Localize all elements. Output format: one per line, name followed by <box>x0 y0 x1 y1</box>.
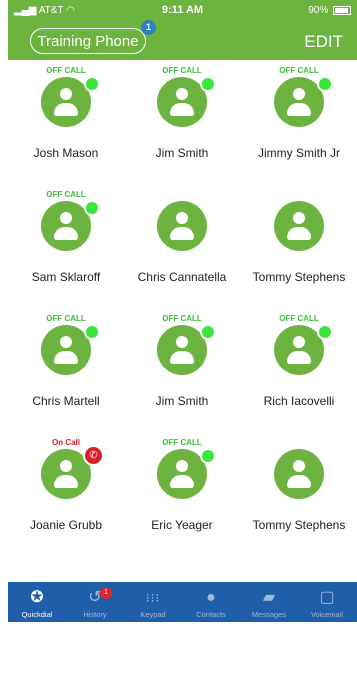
contact-tile[interactable]: OFF CALL Jimmy Smith Jr <box>241 32 357 160</box>
battery-percent: 90% <box>308 5 329 16</box>
keypad-icon: ⁝⁝⁝ <box>145 591 161 605</box>
available-dot <box>200 448 216 464</box>
app-frame: ▂▄▆ AT&T ◠ 9:11 AM 90% Training Phone 1 … <box>8 0 357 685</box>
tab-label: Contacts <box>196 610 226 619</box>
voicemail-icon: ▢ <box>319 589 335 606</box>
call-status: OFF CALL <box>46 190 86 199</box>
battery-icon <box>333 5 351 15</box>
chat-icon: ▰ <box>262 589 276 606</box>
available-dot <box>200 76 216 92</box>
available-dot <box>317 324 333 340</box>
contact-tile[interactable]: Tommy Stephens <box>241 404 357 532</box>
tab-quickdial[interactable]: ✪ Quickdial <box>8 582 66 622</box>
avatar-icon <box>274 449 324 499</box>
call-status: On Call <box>51 438 80 447</box>
contact-name: Eric Yeager <box>151 518 213 532</box>
tab-voicemail[interactable]: ▢ Voicemail <box>298 582 356 622</box>
history-icon: ↺ <box>88 589 102 606</box>
tab-messages[interactable]: ▰ Messages <box>240 582 298 622</box>
contact-tile[interactable]: On Call ✆ Joanie Grubb <box>8 404 124 532</box>
tab-label: Voicemail <box>310 610 344 619</box>
contact-tile[interactable]: OFF CALL Jim Smith <box>124 280 240 408</box>
avatar-icon <box>274 201 324 251</box>
tab-label: History <box>83 610 107 619</box>
call-status: OFF CALL <box>162 438 202 447</box>
tab-contacts[interactable]: ● Contacts <box>182 582 240 622</box>
contact-tile[interactable]: OFF CALL Sam Sklaroff <box>8 156 124 284</box>
tab-label: Quickdial <box>21 610 53 619</box>
contact-name: Tommy Stephens <box>252 518 346 532</box>
person-icon: ● <box>206 589 216 606</box>
call-status: OFF CALL <box>279 66 319 75</box>
available-dot <box>84 76 100 92</box>
quickdial-grid: OFF CALL Josh Mason OFF CALL Jim Smith O… <box>8 60 357 582</box>
contact-tile[interactable]: OFF CALL Jim Smith <box>124 32 240 160</box>
battery-indicator: 90% <box>308 5 351 16</box>
contact-tile[interactable]: OFF CALL Rich Iacovelli <box>241 280 357 408</box>
call-status: OFF CALL <box>279 314 319 323</box>
available-dot <box>84 324 100 340</box>
clock: 9:11 AM <box>161 4 204 16</box>
tab-label: Keypad <box>140 610 166 619</box>
call-status: OFF CALL <box>46 314 86 323</box>
call-status: OFF CALL <box>162 66 202 75</box>
call-status: OFF CALL <box>46 66 86 75</box>
call-status: OFF CALL <box>162 314 202 323</box>
history-badge: 1 <box>100 587 112 599</box>
status-bar: ▂▄▆ AT&T ◠ 9:11 AM 90% <box>8 0 357 20</box>
contact-tile[interactable]: OFF CALL Josh Mason <box>8 32 124 160</box>
contact-tile[interactable]: OFF CALL Eric Yeager <box>124 404 240 532</box>
contact-tile[interactable]: OFF CALL Chris Martell <box>8 280 124 408</box>
contact-name: Joanie Grubb <box>29 518 103 532</box>
contact-tile[interactable]: Tommy Stephens <box>241 156 357 284</box>
on-call-phone-icon: ✆ <box>83 445 104 466</box>
avatar-icon <box>157 201 207 251</box>
star-icon: ✪ <box>30 589 44 606</box>
tab-label: Messages <box>251 610 287 619</box>
available-dot <box>200 324 216 340</box>
available-dot <box>84 200 100 216</box>
contact-tile[interactable]: Chris Cannatella <box>124 156 240 284</box>
tab-keypad[interactable]: ⁝⁝⁝ Keypad <box>124 582 182 622</box>
tab-history[interactable]: ↺ 1 History <box>66 582 124 622</box>
available-dot <box>317 76 333 92</box>
bottom-tab-bar: ✪ Quickdial ↺ 1 History ⁝⁝⁝ Keypad ● Con… <box>8 582 357 622</box>
